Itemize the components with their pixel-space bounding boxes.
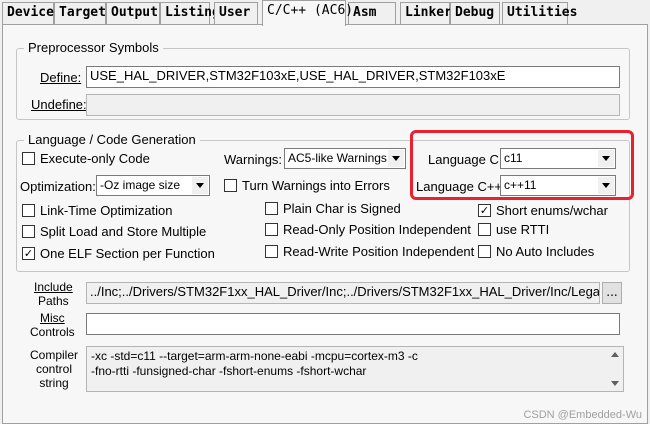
chevron-down-icon [388, 150, 404, 167]
preprocessor-legend: Preprocessor Symbols [24, 40, 163, 55]
ropi-label: Read-Only Position Independent [283, 222, 471, 237]
compiler-control-label: Compiler control string [30, 348, 79, 390]
check-icon: ✓ [22, 247, 35, 260]
rtti-box [478, 223, 491, 236]
optimization-select[interactable]: -Oz image size [96, 175, 210, 196]
tab-device[interactable]: Device [2, 2, 54, 24]
compiler-line-2: -fno-rtti -funsigned-char -fshort-enums … [91, 364, 367, 378]
scroll-down-icon[interactable] [611, 381, 619, 386]
compiler-control-textarea[interactable]: -xc -std=c11 --target=arm-arm-none-eabi … [86, 346, 624, 392]
check-icon: ✓ [478, 204, 491, 217]
split-load-box [22, 225, 35, 238]
rwpi-label: Read-Write Position Independent [283, 244, 475, 259]
lto-label: Link-Time Optimization [40, 203, 173, 218]
execute-only-box [22, 152, 35, 165]
one-elf-label: One ELF Section per Function [40, 246, 215, 261]
scrollbar[interactable] [607, 347, 623, 391]
tab-linker[interactable]: Linker [400, 2, 452, 24]
rwpi-box [265, 245, 278, 258]
warnings-value: AC5-like Warnings [288, 151, 387, 165]
warnings-select[interactable]: AC5-like Warnings [284, 148, 406, 169]
execute-only-label: Execute-only Code [40, 151, 150, 166]
tab-listing[interactable]: Listing [160, 2, 220, 24]
no-auto-label: No Auto Includes [496, 244, 595, 259]
tab-debug[interactable]: Debug [450, 2, 500, 24]
tab-bar: Device Target Output Listing User C/C++ … [0, 0, 650, 26]
tab-asm[interactable]: Asm [348, 2, 396, 24]
misc-controls-label: Misc Controls [30, 311, 75, 339]
turn-warnings-label: Turn Warnings into Errors [242, 178, 390, 193]
tab-c-cpp-ac6[interactable]: C/C++ (AC6) [262, 0, 353, 26]
plain-char-box [265, 202, 278, 215]
short-enums-label: Short enums/wchar [496, 203, 608, 218]
define-input[interactable]: USE_HAL_DRIVER,STM32F103xE,USE_HAL_DRIVE… [86, 66, 620, 88]
lto-box [22, 204, 35, 217]
scroll-up-icon[interactable] [611, 352, 619, 357]
tab-utilities[interactable]: Utilities [502, 2, 577, 24]
optimization-value: -Oz image size [100, 178, 181, 192]
chevron-down-icon [192, 177, 208, 194]
compiler-line-1: -xc -std=c11 --target=arm-arm-none-eabi … [91, 349, 418, 363]
misc-controls-input[interactable] [86, 313, 620, 335]
tab-output[interactable]: Output [106, 2, 160, 24]
tab-target[interactable]: Target [54, 2, 106, 24]
turn-warnings-box [224, 179, 237, 192]
include-paths-input[interactable]: ../Inc;../Drivers/STM32F1xx_HAL_Driver/I… [86, 282, 600, 304]
ropi-box [265, 223, 278, 236]
include-paths-label: Include Paths [34, 280, 73, 308]
define-label: Define: [40, 70, 82, 85]
watermark: CSDN @Embedded-Wu [523, 409, 642, 421]
browse-button[interactable]: ... [602, 282, 622, 304]
plain-char-label: Plain Char is Signed [283, 201, 401, 216]
split-load-label: Split Load and Store Multiple [40, 224, 207, 239]
tab-user[interactable]: User [214, 2, 258, 24]
language-legend: Language / Code Generation [24, 132, 200, 147]
warnings-label: Warnings: [224, 152, 283, 167]
optimization-label: Optimization: [20, 179, 96, 194]
no-auto-box [478, 245, 491, 258]
highlight-box [410, 130, 634, 200]
rtti-label: use RTTI [496, 222, 550, 237]
undefine-label: Undefine: [31, 97, 87, 112]
undefine-input[interactable] [86, 94, 620, 116]
